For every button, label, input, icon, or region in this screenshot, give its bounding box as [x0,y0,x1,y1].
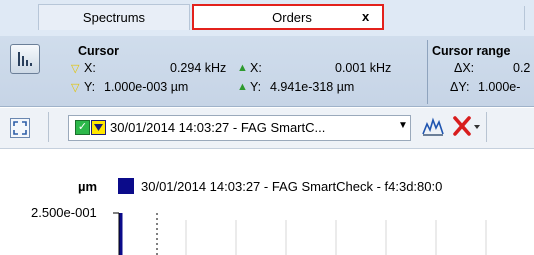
series-visible-checkbox[interactable]: ✓ [75,120,90,135]
measurement-select-text: 30/01/2014 14:03:27 - FAG SmartC... [110,120,326,135]
tab-orders-label: Orders [272,9,312,25]
spectrum-tool-button[interactable] [421,114,445,138]
fit-view-button[interactable] [10,118,30,138]
cursor-range-dx-value: 0.2 [513,61,531,75]
legend-label: 30/01/2014 14:03:27 - FAG SmartCheck - f… [141,179,443,194]
legend-swatch [118,178,134,194]
toolbar-separator [48,112,49,142]
cursor-range-dx-label: ΔX: [454,61,475,75]
cursor-y-label: Y: [84,80,96,94]
cursor-range-dy-value: 1.000e- [478,80,521,94]
cursor-dx-label: X: [250,61,262,75]
dropdown-arrow-icon[interactable]: ▼ [398,120,408,131]
tab-separator [524,6,525,30]
plot-unit-label: µm [78,179,98,194]
fit-view-icon [13,121,27,135]
y-cursor-icon: ▽ [71,82,80,94]
chart-view-icon [18,52,32,66]
cursor-range-title: Cursor range [432,44,511,58]
cursor-range-dy-label: ΔY: [450,80,470,94]
delta-x-icon: ▲ [237,62,248,74]
delta-y-icon: ▲ [237,81,248,93]
tab-spectrums-label: Spectrums [82,10,146,25]
cursor-x-value: 0.294 kHz [170,61,227,75]
cursor-y-value: 1.000e-003 µm [104,80,189,94]
cursor-marker-triangle-icon [94,124,103,131]
cursor-title: Cursor [78,44,119,58]
delete-button[interactable] [452,114,482,138]
spectrum-tool-icon [422,117,444,136]
delete-icon [453,116,480,136]
panel-divider [427,40,428,104]
tab-spectrums[interactable]: Spectrums [38,4,190,30]
cursor-dy-label: Y: [250,80,262,94]
x-cursor-icon: ▽ [71,63,80,75]
cursor-dy-value: 4.941e-318 µm [270,80,355,94]
tab-orders[interactable]: Orders x [192,4,384,30]
cursor-marker-icon [91,120,106,135]
cursor-dx-value: 0.001 kHz [335,61,392,75]
tab-close-icon[interactable]: x [362,9,369,24]
toolbar-separator-2 [486,112,487,142]
plot-canvas[interactable] [0,195,534,255]
chart-view-button[interactable] [10,44,40,74]
cursor-x-label: X: [84,61,96,75]
